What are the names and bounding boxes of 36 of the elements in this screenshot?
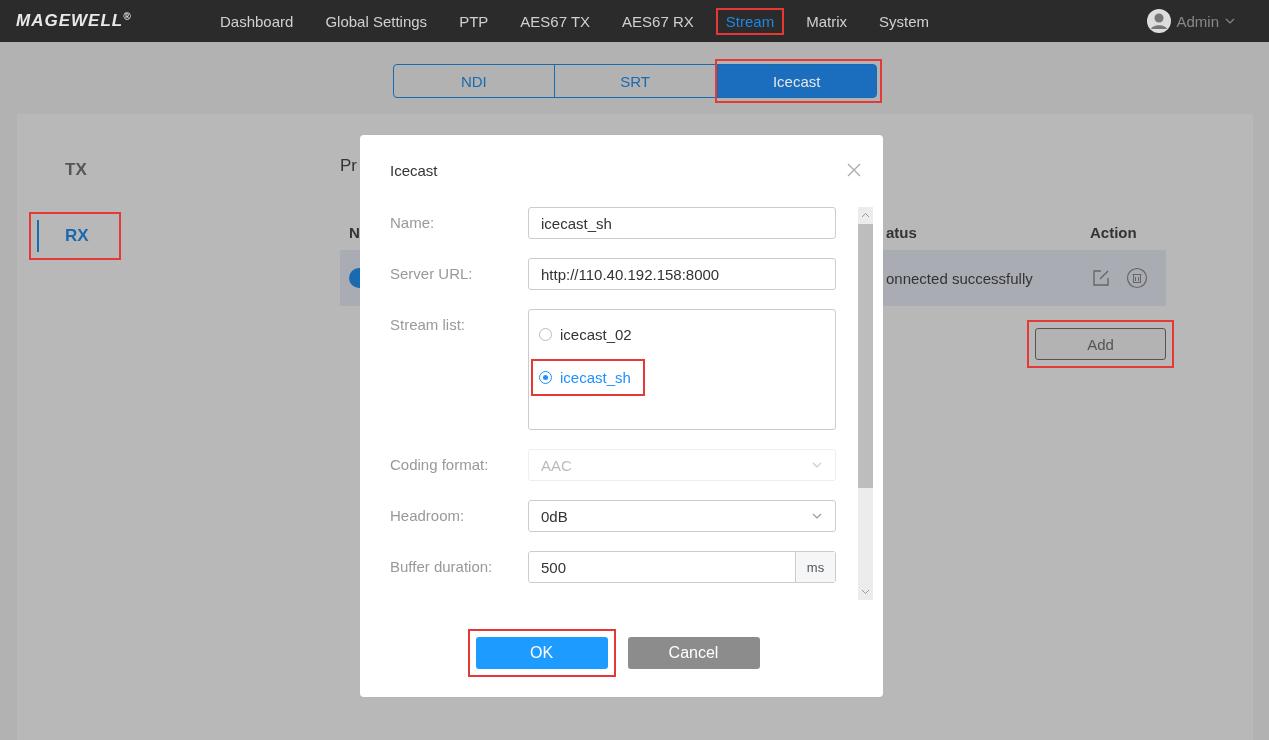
- nav-item[interactable]: Matrix: [798, 9, 855, 33]
- column-header: atus: [886, 223, 917, 241]
- user-avatar-icon[interactable]: [1147, 9, 1172, 33]
- field-label: Coding format:: [390, 455, 490, 475]
- duration-field[interactable]: 500 ms: [528, 551, 836, 583]
- nav-item[interactable]: AES67 TX: [512, 9, 599, 33]
- nav-item[interactable]: Dashboard: [212, 9, 302, 33]
- field-label: Server URL:: [390, 264, 474, 284]
- status-text: onnected successfully: [886, 269, 1033, 287]
- nav-item[interactable]: Stream: [717, 9, 783, 33]
- sidebar-item[interactable]: TX: [37, 154, 113, 186]
- radio-option[interactable]: icecast_02: [539, 324, 638, 345]
- scrollbar[interactable]: [858, 207, 873, 600]
- text-field[interactable]: icecast_sh: [528, 207, 836, 239]
- logo: MAGEWELL®: [16, 11, 133, 31]
- field-label: Stream list:: [390, 315, 466, 335]
- column-header: N: [349, 223, 360, 241]
- add-button[interactable]: Add: [1035, 328, 1166, 360]
- nav-item[interactable]: AES67 RX: [614, 9, 702, 33]
- user-name[interactable]: Admin: [1176, 12, 1219, 30]
- nav-item[interactable]: Global Settings: [317, 9, 436, 33]
- field-label: Name:: [390, 213, 436, 233]
- close-icon[interactable]: [847, 163, 861, 177]
- select-field[interactable]: 0dB: [528, 500, 836, 532]
- nav-item[interactable]: System: [871, 9, 937, 33]
- unit-label: ms: [795, 552, 835, 582]
- column-header: Action: [1090, 223, 1137, 241]
- section-heading: Pr: [340, 156, 357, 176]
- field-label: Headroom:: [390, 506, 466, 526]
- stream-tab[interactable]: Icecast: [716, 65, 876, 97]
- edit-icon[interactable]: [1090, 267, 1112, 289]
- text-field[interactable]: http://110.40.192.158:8000: [528, 258, 836, 290]
- field-label: Buffer duration:: [390, 557, 494, 577]
- dialog-title: Icecast: [390, 161, 438, 179]
- nav-item[interactable]: PTP: [451, 9, 497, 33]
- delete-icon[interactable]: [1126, 267, 1148, 289]
